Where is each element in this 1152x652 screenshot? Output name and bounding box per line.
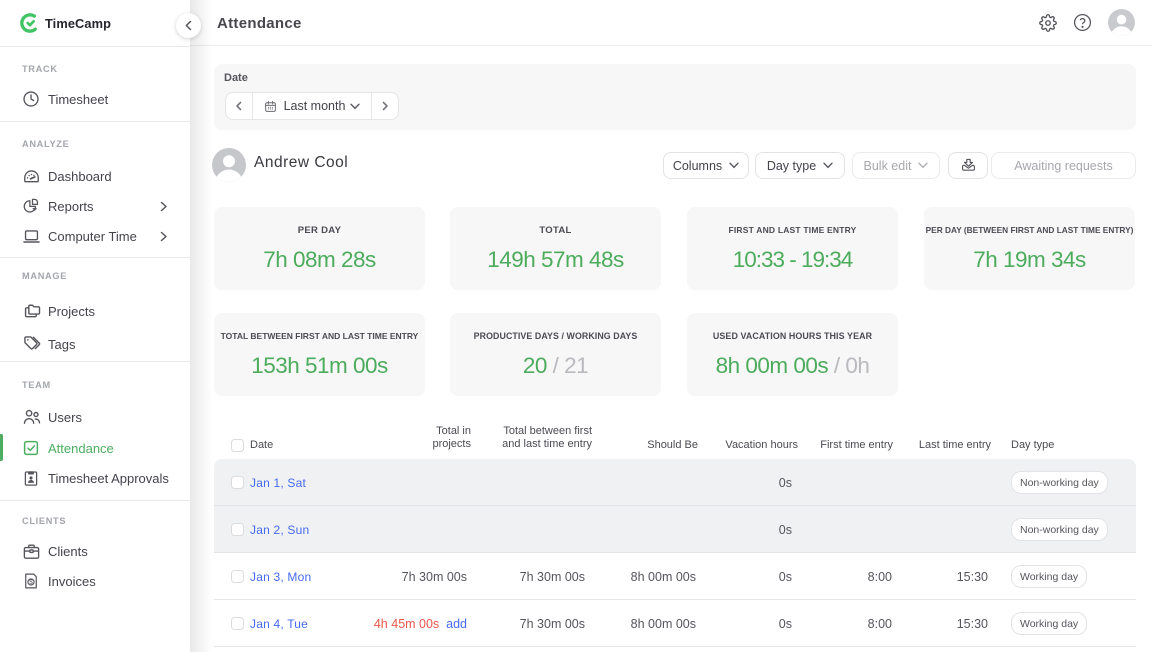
svg-text:$: $: [29, 579, 33, 586]
